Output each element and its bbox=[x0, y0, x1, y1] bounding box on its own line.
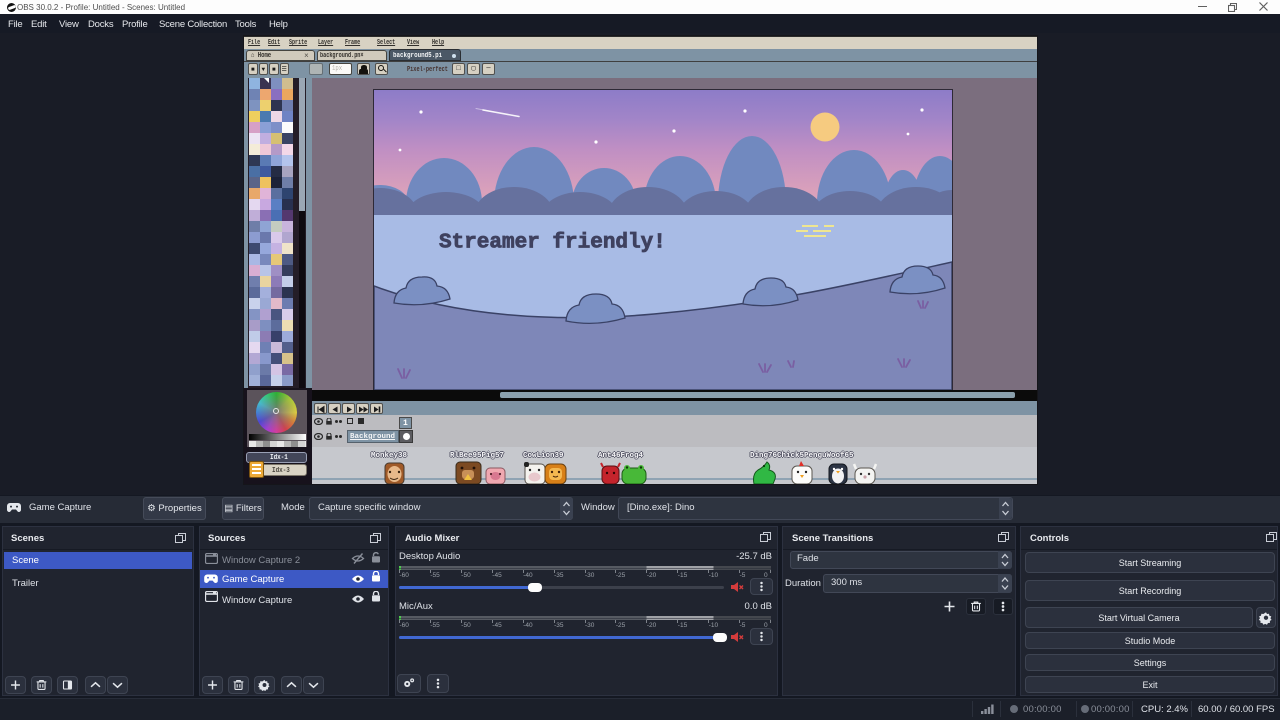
svg-text:Streamer friendly!: Streamer friendly! bbox=[439, 232, 666, 255]
